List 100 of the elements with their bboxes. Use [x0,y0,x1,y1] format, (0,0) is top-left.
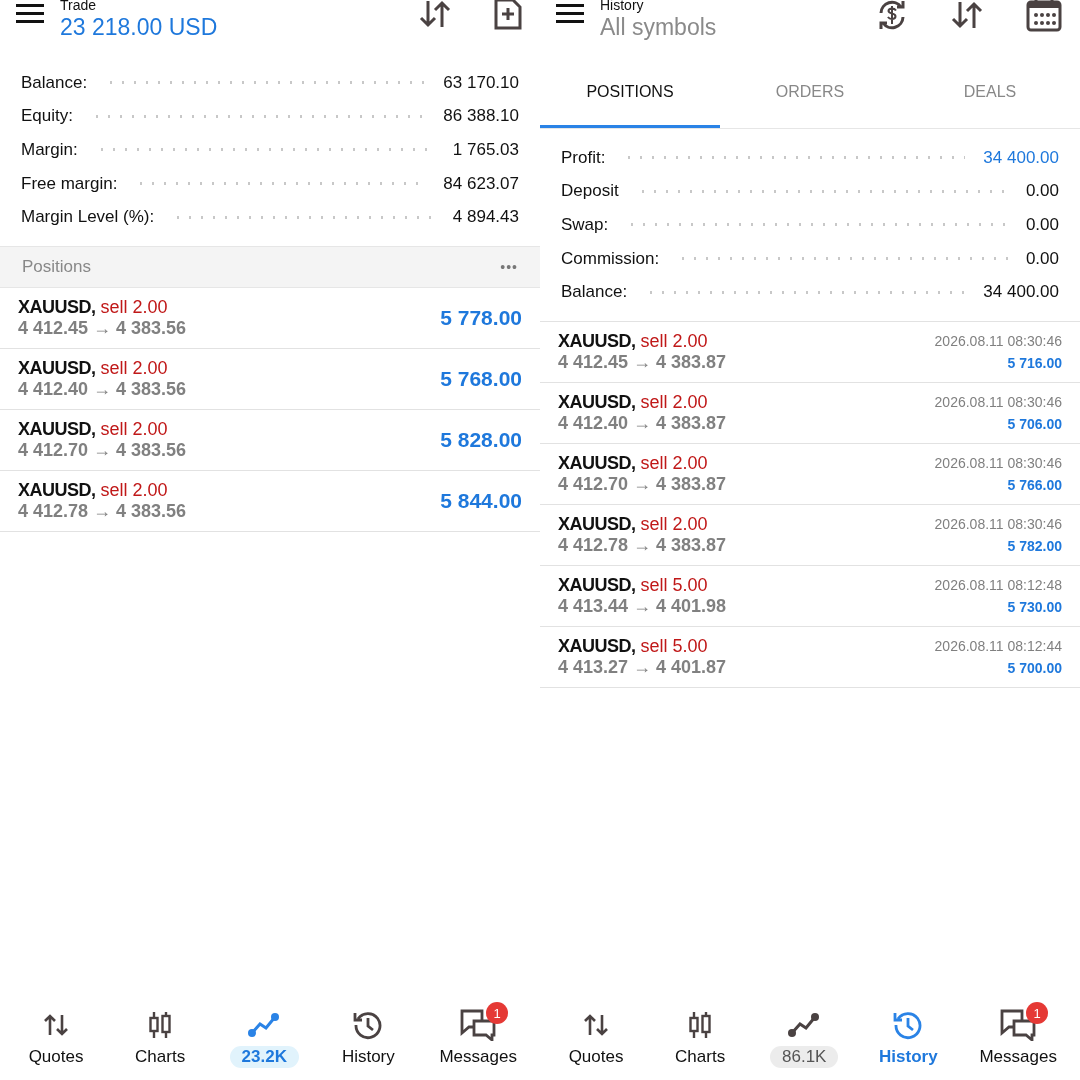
summary-label: Deposit [561,181,619,202]
symbol-label: XAUUSD, [18,418,96,440]
deal-time: 2026.08.11 08:30:46 [934,393,1062,410]
trade-side: sell 5.00 [640,574,708,596]
nav-tab[interactable]: History [863,1000,954,1078]
calendar-icon[interactable] [1026,0,1062,32]
summary-value: 0.00 [1025,215,1059,235]
trade-side: sell 2.00 [640,391,708,413]
line-chart-icon [247,1012,282,1038]
symbol-label: XAUUSD, [18,357,96,379]
price-range: 4 412.70 → 4 383.87 [558,473,727,495]
position-row[interactable]: XAUUSD, sell 2.00 4 412.78 → 4 383.56 5 844.00 [0,470,540,532]
position-row[interactable]: XAUUSD, sell 2.00 4 412.70 → 4 383.87 2026.08.11 08:30:46 5 766.00 [540,443,1080,505]
summary-value: 1 765.03 [452,140,519,160]
symbol-label: XAUUSD, [18,296,96,318]
symbol-label: XAUUSD, [558,513,636,535]
deal-time: 2026.08.11 08:12:48 [934,576,1062,593]
add-document-icon[interactable] [494,0,522,30]
screen-title: Trade [60,0,98,13]
summary-label: Profit: [561,147,606,168]
price-range: 4 413.27 → 4 401.87 [558,656,727,678]
candlestick-icon [147,1011,174,1039]
symbol-label: XAUUSD, [558,330,636,352]
summary-value: 4 894.43 [452,207,519,228]
screen-title: History [600,0,645,13]
position-row[interactable]: XAUUSD, sell 2.00 4 412.70 → 4 383.56 5 828.00 [0,409,540,471]
profit-value: 5 782.00 [1007,537,1062,554]
price-range: 4 412.78 → 4 383.56 [18,500,187,522]
up-down-arrows-icon [583,1013,610,1037]
position-row[interactable]: XAUUSD, sell 2.00 4 412.45 → 4 383.56 5 778.00 [0,287,540,349]
profit-value: 5 766.00 [1007,476,1062,493]
trade-side: sell 2.00 [100,479,168,501]
nav-tab[interactable]: 1 Messages [967,1000,1069,1078]
candlestick-icon [687,1011,714,1039]
notification-badge: 1 [486,1002,509,1024]
profit-value: 5 716.00 [1007,354,1062,371]
tab[interactable]: ORDERS [720,58,900,128]
symbol-label: XAUUSD, [558,391,636,413]
summary-label: Equity: [21,106,73,127]
trade-side: sell 2.00 [100,296,168,318]
nav-tab[interactable]: 86.1K [759,1000,850,1078]
trade-side: sell 5.00 [640,635,708,657]
profit-value: 5 706.00 [1007,415,1062,432]
profit-value: 5 700.00 [1007,659,1062,676]
position-row[interactable]: XAUUSD, sell 2.00 4 412.78 → 4 383.87 2026.08.11 08:30:46 5 782.00 [540,504,1080,566]
more-button[interactable]: ••• [500,258,518,275]
trade-side: sell 2.00 [640,513,708,535]
summary-value: 34 400.00 [983,282,1059,303]
price-range: 4 412.70 → 4 383.56 [18,439,187,461]
menu-icon[interactable] [16,4,44,24]
summary-value: 0.00 [1025,248,1059,269]
nav-tab[interactable]: History [323,1000,414,1078]
symbol-label: XAUUSD, [558,452,636,474]
screen-subtitle: All symbols [600,13,717,41]
nav-tab[interactable]: 23.2K [219,1000,310,1078]
symbol-label: XAUUSD, [558,574,636,596]
trade-side: sell 2.00 [100,418,168,440]
screen-subtitle: 23 218.00 USD [60,13,218,41]
deal-time: 2026.08.11 08:12:44 [934,637,1062,654]
summary-label: Free margin: [21,173,118,194]
nav-tab[interactable]: 1 Messages [427,1000,529,1078]
summary-label: Commission: [561,248,660,269]
summary-label: Margin: [21,140,78,160]
sort-arrows-icon[interactable] [418,0,452,29]
position-row[interactable]: XAUUSD, sell 2.00 4 412.40 → 4 383.87 2026.08.11 08:30:46 5 706.00 [540,382,1080,444]
price-range: 4 412.45 → 4 383.56 [18,317,187,339]
summary-value: 34 400.00 [983,147,1059,168]
price-range: 4 412.40 → 4 383.56 [18,378,187,400]
nav-tab[interactable]: Quotes [11,1000,102,1078]
line-chart-icon [787,1012,822,1038]
nav-tab[interactable]: Quotes [551,1000,642,1078]
menu-icon[interactable] [556,4,584,24]
tab[interactable]: POSITIONS [540,58,720,128]
summary-label: Margin Level (%): [21,207,155,228]
price-range: 4 412.45 → 4 383.87 [558,351,727,373]
trade-side: sell 2.00 [100,357,168,379]
section-title: Positions [22,256,91,277]
trade-side: sell 2.00 [640,330,708,352]
summary-label: Swap: [561,215,609,235]
tab[interactable]: DEALS [900,58,1080,128]
profit-value: 5 768.00 [440,366,522,391]
position-row[interactable]: XAUUSD, sell 5.00 4 413.27 → 4 401.87 2026.08.11 08:12:44 5 700.00 [540,626,1080,688]
nav-tab[interactable]: Charts [655,1000,746,1078]
summary-label: Balance: [21,72,88,93]
sort-arrows-icon[interactable] [950,0,984,30]
position-row[interactable]: XAUUSD, sell 5.00 4 413.44 → 4 401.98 2026.08.11 08:12:48 5 730.00 [540,565,1080,627]
summary-value: 86 388.10 [443,106,519,127]
position-row[interactable]: XAUUSD, sell 2.00 4 412.45 → 4 383.87 2026.08.11 08:30:46 5 716.00 [540,321,1080,383]
position-row[interactable]: XAUUSD, sell 2.00 4 412.40 → 4 383.56 5 768.00 [0,348,540,410]
deal-time: 2026.08.11 08:30:46 [934,515,1062,532]
profit-value: 5 844.00 [440,488,522,513]
profit-value: 5 730.00 [1007,598,1062,615]
trade-side: sell 2.00 [640,452,708,474]
symbol-label: XAUUSD, [558,635,636,657]
summary-label: Balance: [561,282,628,303]
deal-time: 2026.08.11 08:30:46 [934,454,1062,471]
up-down-arrows-icon [43,1013,70,1037]
deal-time: 2026.08.11 08:30:46 [934,332,1062,349]
nav-tab[interactable]: Charts [115,1000,206,1078]
profit-value: 5 828.00 [440,427,522,452]
